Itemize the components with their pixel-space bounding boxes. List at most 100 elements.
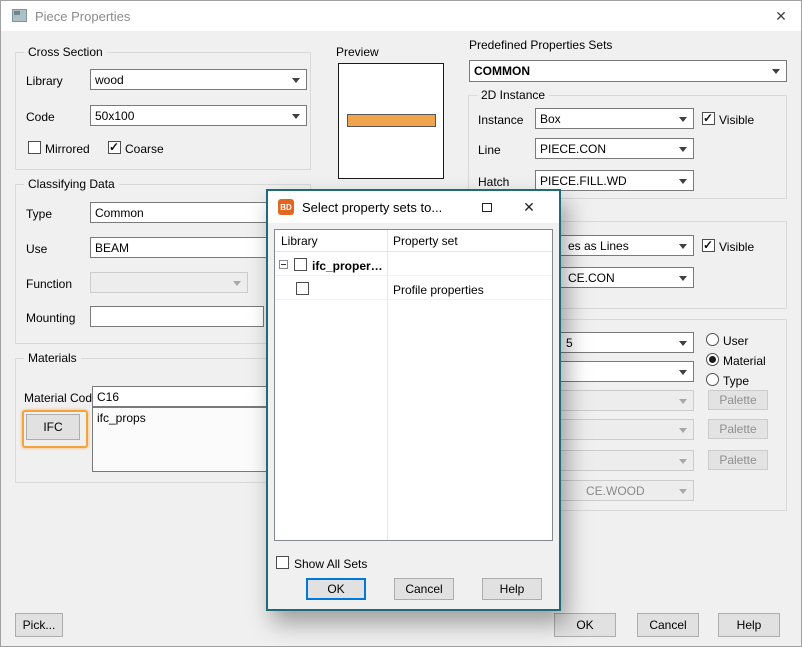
- profile-bar: [347, 114, 436, 127]
- chevron-down-icon: [679, 370, 687, 375]
- close-button[interactable]: ✕: [771, 6, 791, 26]
- modal-title-bar: BD Select property sets to... ✕: [268, 191, 559, 223]
- wood-material-value: CE.WOOD: [586, 484, 645, 498]
- app-icon: [12, 9, 27, 22]
- user-radio-label: User: [723, 334, 748, 348]
- mounting-label: Mounting: [26, 311, 75, 325]
- code-select[interactable]: 50x100: [90, 105, 307, 126]
- line-3d-value: CE.CON: [568, 271, 615, 285]
- predefined-sets-label: Predefined Properties Sets: [469, 38, 612, 52]
- code-label: Code: [26, 110, 55, 124]
- ifc-button[interactable]: IFC: [26, 414, 80, 440]
- type-radio-label: Type: [723, 374, 749, 388]
- instance-select[interactable]: Box: [535, 108, 694, 129]
- modal-app-icon: BD: [278, 199, 294, 215]
- list-header: Library Property set: [275, 230, 552, 252]
- function-select: [90, 272, 248, 293]
- parent-checkbox[interactable]: [294, 258, 307, 271]
- modal-cancel-button[interactable]: Cancel: [394, 578, 454, 600]
- chevron-down-icon: [679, 147, 687, 152]
- coarse-checkbox[interactable]: [108, 141, 121, 154]
- property-sets-list[interactable]: Library Property set ifc_proper… Profile…: [274, 229, 553, 541]
- show-all-sets-label: Show All Sets: [294, 557, 367, 571]
- cross-section-group: Cross Section Library wood Code 50x100 M…: [15, 52, 311, 170]
- close-icon: ✕: [775, 8, 787, 25]
- material-radio[interactable]: [706, 353, 719, 366]
- maximize-icon: [482, 203, 492, 212]
- visible-3d-checkbox[interactable]: [702, 239, 715, 252]
- coarse-label: Coarse: [125, 142, 164, 156]
- axes-value: es as Lines: [568, 239, 629, 253]
- mirrored-checkbox[interactable]: [28, 141, 41, 154]
- library-value: wood: [95, 73, 124, 87]
- chevron-down-icon: [679, 399, 687, 404]
- child-checkbox[interactable]: [296, 282, 309, 295]
- user-radio[interactable]: [706, 333, 719, 346]
- modal-ok-button[interactable]: OK: [306, 578, 366, 600]
- chevron-down-icon: [679, 179, 687, 184]
- visible-2d-label: Visible: [719, 113, 754, 127]
- palette-button-2: Palette: [708, 419, 768, 439]
- tree-collapse-toggle[interactable]: [279, 260, 288, 269]
- instance-value: Box: [540, 112, 561, 126]
- child-property-label: Profile properties: [393, 283, 484, 297]
- tree-row-parent[interactable]: ifc_proper…: [275, 252, 552, 276]
- hatch-value: PIECE.FILL.WD: [540, 174, 627, 188]
- chevron-down-icon: [772, 69, 780, 74]
- modal-title: Select property sets to...: [302, 200, 442, 215]
- instance-2d-group: 2D Instance Instance Box Visible Line PI…: [468, 95, 787, 199]
- library-label: Library: [26, 74, 63, 88]
- type-radio[interactable]: [706, 373, 719, 386]
- modal-help-button[interactable]: Help: [482, 578, 542, 600]
- line-label: Line: [478, 143, 501, 157]
- visible-3d-label: Visible: [719, 240, 754, 254]
- chevron-down-icon: [679, 459, 687, 464]
- show-all-sets-checkbox[interactable]: [276, 556, 289, 569]
- select-property-sets-dialog: BD Select property sets to... ✕ Library …: [266, 189, 561, 611]
- preview-label: Preview: [336, 45, 379, 59]
- chevron-down-icon: [292, 114, 300, 119]
- predefined-sets-value: COMMON: [474, 64, 530, 78]
- cross-section-group-title: Cross Section: [24, 45, 107, 59]
- material-radio-label: Material: [723, 354, 766, 368]
- piece-properties-dialog: Piece Properties ✕ Cross Section Library…: [0, 0, 802, 647]
- material-code-label: Material Code: [24, 391, 99, 405]
- window-title: Piece Properties: [35, 9, 130, 24]
- title-bar: Piece Properties ✕: [1, 1, 801, 31]
- predefined-sets-select[interactable]: COMMON: [469, 60, 787, 82]
- chevron-down-icon: [679, 341, 687, 346]
- use-label: Use: [26, 242, 47, 256]
- cross-section-preview: [338, 63, 444, 179]
- chevron-down-icon: [679, 276, 687, 281]
- minus-icon: [281, 264, 286, 265]
- type-value: Common: [95, 206, 144, 220]
- chevron-down-icon: [679, 428, 687, 433]
- code-value: 50x100: [95, 109, 134, 123]
- pick-button[interactable]: Pick...: [15, 613, 63, 637]
- instance-2d-group-title: 2D Instance: [477, 88, 549, 102]
- type-label: Type: [26, 207, 52, 221]
- chevron-down-icon: [233, 281, 241, 286]
- ok-button[interactable]: OK: [554, 613, 616, 637]
- chevron-down-icon: [679, 244, 687, 249]
- line-value: PIECE.CON: [540, 142, 606, 156]
- chevron-down-icon: [292, 78, 300, 83]
- help-button[interactable]: Help: [718, 613, 780, 637]
- close-icon: ✕: [523, 199, 535, 216]
- hatch-label: Hatch: [478, 175, 509, 189]
- maximize-button[interactable]: [471, 195, 503, 219]
- visible-2d-checkbox[interactable]: [702, 112, 715, 125]
- modal-close-button[interactable]: ✕: [513, 195, 545, 219]
- instance-label: Instance: [478, 113, 523, 127]
- cancel-button[interactable]: Cancel: [637, 613, 699, 637]
- library-select[interactable]: wood: [90, 69, 307, 90]
- tree-row-child[interactable]: Profile properties: [275, 276, 552, 300]
- materials-group-title: Materials: [24, 351, 81, 365]
- mounting-input[interactable]: [90, 306, 264, 327]
- hatch-select[interactable]: PIECE.FILL.WD: [535, 170, 694, 191]
- function-label: Function: [26, 277, 72, 291]
- line-select[interactable]: PIECE.CON: [535, 138, 694, 159]
- chevron-down-icon: [679, 489, 687, 494]
- mirrored-label: Mirrored: [45, 142, 90, 156]
- palette-button-1: Palette: [708, 390, 768, 410]
